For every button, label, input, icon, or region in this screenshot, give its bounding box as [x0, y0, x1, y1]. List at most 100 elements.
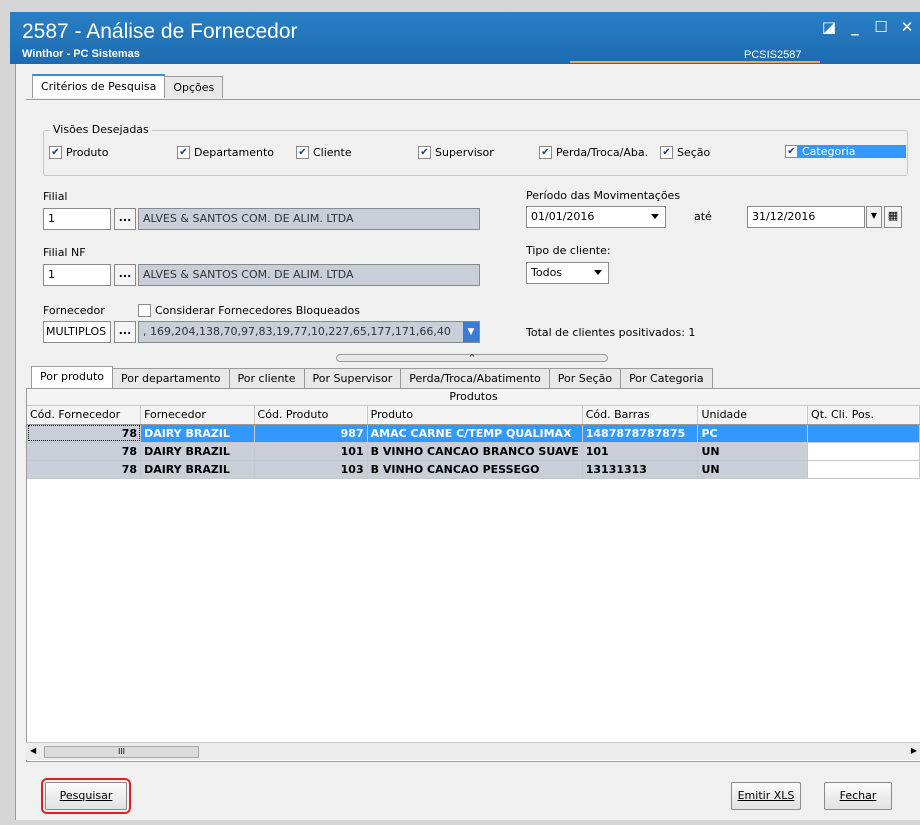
tab-por-categoria[interactable]: Por Categoria [620, 368, 713, 388]
checkbox-supervisor[interactable]: ✔ Supervisor [418, 146, 494, 159]
periodo-label: Período das Movimentações [526, 189, 681, 202]
periodo-to-input[interactable]: 31/12/2016 [747, 206, 865, 228]
check-icon: ✔ [418, 146, 431, 159]
table-cell[interactable]: 78 [27, 424, 142, 443]
maximize-icon[interactable]: ☐ [872, 18, 890, 36]
check-icon: ✔ [785, 145, 798, 158]
tab-opcoes[interactable]: Opções [164, 76, 224, 98]
table-cell[interactable] [807, 442, 920, 461]
scroll-thumb[interactable]: III [44, 746, 199, 758]
horizontal-scrollbar[interactable]: ◀ III ▶ [26, 742, 920, 760]
tab-criterios[interactable]: Critérios de Pesquisa [32, 74, 166, 98]
checkbox-perda[interactable]: ✔ Perda/Troca/Aba. [539, 146, 648, 159]
checkbox-label: Cliente [313, 146, 352, 159]
checkbox-label: Categoria [802, 145, 856, 158]
column-header[interactable]: Fornecedor [140, 406, 255, 425]
table-cell[interactable]: DAIRY BRAZIL [140, 460, 255, 479]
table-cell[interactable]: 13131313 [582, 460, 699, 479]
chevron-down-icon [594, 270, 602, 275]
tipo-cliente-value: Todos [531, 266, 563, 279]
table-cell[interactable]: 1487878787875 [582, 424, 699, 443]
minimize-icon[interactable]: _ [846, 18, 864, 36]
table-cell[interactable]: 78 [27, 460, 142, 479]
table-cell[interactable]: UN [697, 442, 809, 461]
close-icon[interactable]: ✕ [898, 18, 916, 36]
calendar-icon[interactable]: ▦ [884, 206, 902, 228]
column-header[interactable]: Cód. Barras [582, 406, 699, 425]
checkbox-produto[interactable]: ✔ Produto [49, 146, 108, 159]
column-header[interactable]: Produto [367, 406, 583, 425]
table-cell[interactable]: AMAC CARNE C/TEMP QUALIMAX [367, 424, 583, 443]
filial-nf-name-field: ALVES & SANTOS COM. DE ALIM. LTDA [138, 264, 480, 286]
chevron-down-icon[interactable]: ▼ [463, 322, 479, 342]
filial-code-input[interactable]: 1 [43, 208, 111, 230]
check-icon: ✔ [539, 146, 552, 159]
table-cell[interactable]: 101 [254, 442, 368, 461]
column-header[interactable]: Unidade [697, 406, 809, 425]
check-icon: ✔ [177, 146, 190, 159]
table-cell[interactable]: 78 [27, 442, 142, 461]
table-row[interactable]: 78 DAIRY BRAZIL 101 B VINHO CANCAO BRANC… [27, 442, 920, 461]
fornecedor-lookup-button[interactable]: ... [114, 321, 136, 343]
table-cell[interactable]: 103 [254, 460, 368, 479]
result-tabs: Por produto Por departamento Por cliente… [31, 366, 713, 388]
produtos-table: Cód. Fornecedor Fornecedor Cód. Produto … [27, 406, 920, 479]
window-client: Critérios de Pesquisa Opções Visões Dese… [15, 64, 920, 820]
splitter-handle[interactable]: ^ [336, 354, 608, 362]
title-bar: 2587 - Análise de Fornecedor Winthor - P… [10, 12, 920, 64]
tab-perda-troca[interactable]: Perda/Troca/Abatimento [400, 368, 550, 388]
checkbox-secao[interactable]: ✔ Seção [660, 146, 710, 159]
fechar-button[interactable]: Fechar [824, 782, 892, 810]
visoes-legend: Visões Desejadas [50, 123, 152, 136]
emitir-xls-button[interactable]: Emitir XLS [731, 782, 801, 810]
checkbox-departamento[interactable]: ✔ Departamento [177, 146, 274, 159]
fornecedor-list-field[interactable]: , 169,204,138,70,97,83,19,77,10,227,65,1… [138, 321, 480, 343]
tipo-cliente-select[interactable]: Todos [526, 262, 609, 284]
restore-icon[interactable]: ◪ [820, 18, 838, 36]
produtos-grid[interactable]: Produtos Cód. Fornecedor Fornecedor Cód.… [26, 388, 920, 762]
pesquisar-button[interactable]: Pesquisar [41, 778, 131, 814]
tipo-cliente-label: Tipo de cliente: [526, 244, 611, 257]
scroll-right-icon[interactable]: ▶ [911, 746, 917, 755]
table-cell[interactable]: 101 [582, 442, 699, 461]
check-icon: ✔ [49, 146, 62, 159]
column-header[interactable]: Cód. Produto [254, 406, 368, 425]
column-header[interactable]: Qt. Cli. Pos. [807, 406, 920, 425]
tab-por-produto[interactable]: Por produto [31, 366, 113, 388]
window-controls: ◪ _ ☐ ✕ [820, 18, 916, 36]
fornecedor-code-input[interactable]: MULTIPLOS [43, 321, 111, 343]
window-subtitle: Winthor - PC Sistemas [22, 48, 140, 60]
fornecedor-label: Fornecedor [43, 304, 105, 317]
checkbox-categoria[interactable]: ✔ Categoria [785, 145, 906, 158]
table-cell[interactable]: B VINHO CANCAO PESSEGO [367, 460, 583, 479]
filial-nf-lookup-button[interactable]: ... [114, 264, 136, 286]
visoes-groupbox: Visões Desejadas ✔ Produto ✔ Departamento … [43, 123, 908, 176]
top-tabs: Critérios de Pesquisa Opções [32, 74, 224, 98]
periodo-to-dropdown[interactable]: ▼ [866, 206, 882, 228]
periodo-from-combo[interactable]: 01/01/2016 [526, 206, 666, 228]
checkbox-label: Considerar Fornecedores Bloqueados [155, 304, 360, 317]
table-cell[interactable]: B VINHO CANCAO BRANCO SUAVE [367, 442, 583, 461]
check-icon: ✔ [296, 146, 309, 159]
table-cell[interactable]: PC [697, 424, 809, 443]
filial-nf-code-input[interactable]: 1 [43, 264, 111, 286]
tab-por-cliente[interactable]: Por cliente [228, 368, 305, 388]
tab-por-supervisor[interactable]: Por Supervisor [303, 368, 402, 388]
table-cell[interactable] [807, 424, 920, 443]
title-accent [570, 61, 820, 63]
table-cell[interactable] [807, 460, 920, 479]
table-cell[interactable]: UN [697, 460, 809, 479]
column-header[interactable]: Cód. Fornecedor [27, 406, 142, 425]
tab-por-departamento[interactable]: Por departamento [111, 368, 230, 388]
table-row[interactable]: 78 DAIRY BRAZIL 103 B VINHO CANCAO PESSE… [27, 460, 920, 479]
checkbox-label: Perda/Troca/Aba. [556, 146, 649, 159]
scroll-left-icon[interactable]: ◀ [30, 746, 36, 755]
table-cell[interactable]: DAIRY BRAZIL [140, 424, 255, 443]
bloqueados-checkbox[interactable]: Considerar Fornecedores Bloqueados [138, 304, 360, 317]
tab-por-secao[interactable]: Por Seção [548, 368, 622, 388]
filial-lookup-button[interactable]: ... [114, 208, 136, 230]
checkbox-cliente[interactable]: ✔ Cliente [296, 146, 352, 159]
table-row[interactable]: 78 DAIRY BRAZIL 987 AMAC CARNE C/TEMP QU… [27, 424, 920, 443]
table-cell[interactable]: DAIRY BRAZIL [140, 442, 255, 461]
table-cell[interactable]: 987 [254, 424, 368, 443]
